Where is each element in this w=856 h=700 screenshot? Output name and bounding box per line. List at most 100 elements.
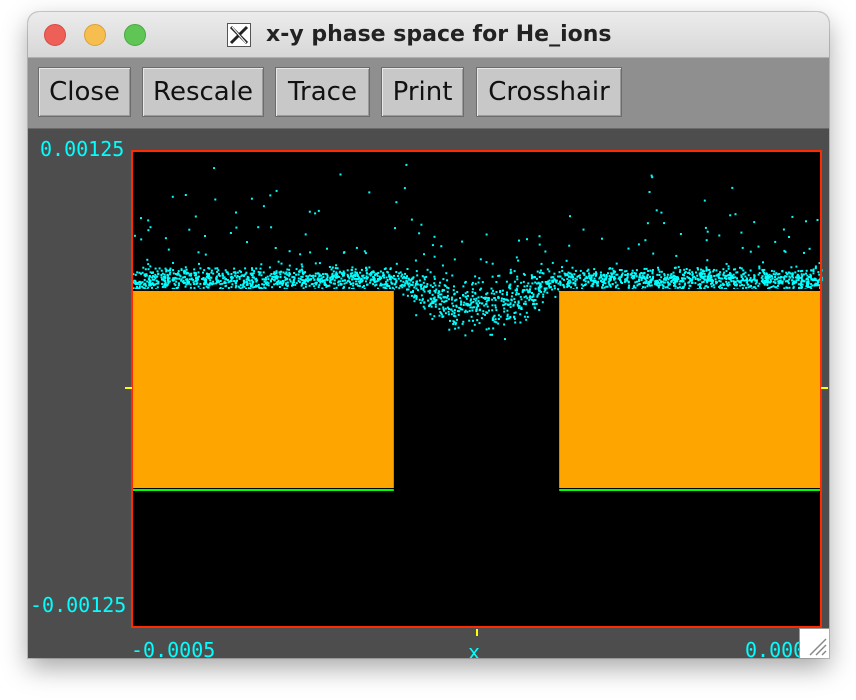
particle-point: [676, 276, 679, 279]
particle-point: [649, 275, 651, 278]
particle-point: [797, 277, 800, 280]
particle-point: [788, 286, 791, 289]
particle-point: [744, 275, 747, 278]
particle-point: [719, 271, 722, 274]
particle-point: [432, 297, 435, 300]
particle-point: [249, 272, 252, 275]
particle-point: [230, 286, 233, 289]
particle-point: [227, 281, 230, 284]
particle-point: [419, 301, 422, 304]
crosshair-button[interactable]: Crosshair: [476, 67, 622, 117]
particle-point: [202, 286, 205, 289]
trace-button[interactable]: Trace: [275, 67, 370, 117]
particle-point: [758, 267, 761, 270]
particle-point: [470, 315, 473, 318]
aperture-block-0: [132, 289, 394, 489]
particle-point: [365, 277, 368, 280]
particle-point: [251, 280, 254, 283]
particle-point: [217, 279, 220, 282]
particle-point: [797, 283, 800, 286]
plot-canvas[interactable]: [28, 129, 829, 658]
particle-point: [816, 282, 819, 285]
particle-point: [792, 276, 795, 279]
particle-point: [437, 296, 440, 299]
particle-point: [566, 278, 569, 281]
particle-point: [523, 296, 526, 299]
particle-point: [529, 285, 532, 288]
rescale-button[interactable]: Rescale: [142, 67, 264, 117]
particle-point: [573, 273, 576, 276]
particle-point: [468, 319, 471, 322]
particle-point: [566, 285, 569, 288]
particle-point: [244, 267, 247, 270]
particle-point: [662, 285, 665, 288]
particle-point: [679, 280, 682, 282]
particle-point: [357, 280, 360, 283]
particle-point: [806, 274, 809, 277]
particle-point: [160, 274, 163, 276]
particle-point: [174, 284, 177, 287]
particle-point: [561, 269, 564, 272]
particle-point: [596, 284, 599, 287]
plot-area[interactable]: 0.00125 -0.00125 -0.0005 x 0.0005: [28, 129, 829, 658]
particle-point: [331, 277, 334, 279]
particle-point: [292, 284, 294, 286]
particle-point: [473, 323, 476, 326]
particle-point: [281, 282, 284, 285]
particle-point: [330, 268, 333, 271]
minimize-window-icon[interactable]: [84, 24, 106, 46]
particle-point: [433, 282, 436, 285]
particle-point: [749, 277, 752, 280]
particle-point: [193, 268, 196, 271]
particle-point: [531, 282, 534, 285]
particle-point: [800, 273, 803, 276]
particle-point: [423, 285, 426, 288]
particle-point: [538, 276, 541, 278]
particle-point: [640, 279, 643, 281]
particle-point: [530, 274, 533, 277]
particle-point: [144, 284, 147, 287]
particle-point: [451, 310, 454, 313]
title-bar[interactable]: x-y phase space for He_ions: [28, 12, 829, 58]
particle-point: [414, 259, 417, 262]
particle-point: [551, 261, 554, 264]
particle-point: [224, 269, 227, 272]
print-button[interactable]: Print: [381, 67, 464, 117]
particle-point: [471, 329, 474, 332]
close-window-icon[interactable]: [44, 24, 66, 46]
particle-point: [390, 281, 393, 284]
particle-point: [425, 275, 428, 278]
particle-point: [770, 286, 773, 288]
particle-point: [758, 272, 761, 274]
particle-point: [588, 274, 591, 277]
resize-grip-icon[interactable]: [799, 628, 829, 658]
particle-point: [635, 275, 638, 278]
particle-point: [781, 282, 784, 285]
particle-point: [163, 276, 166, 279]
maximize-window-icon[interactable]: [124, 24, 146, 46]
particle-point: [785, 275, 788, 278]
particle-point: [514, 289, 517, 292]
particle-point: [616, 284, 619, 287]
particle-point: [309, 251, 312, 254]
particle-point: [771, 277, 774, 280]
particle-point: [649, 269, 652, 272]
particle-point: [343, 279, 346, 282]
particle-point: [439, 303, 442, 306]
particle-point: [166, 283, 169, 286]
particle-point: [485, 328, 488, 331]
close-button[interactable]: Close: [38, 67, 131, 117]
particle-point: [666, 286, 669, 289]
particle-point: [147, 286, 150, 289]
particle-point: [638, 283, 641, 285]
particle-point: [509, 306, 512, 309]
particle-point: [308, 284, 311, 287]
particle-point: [634, 286, 637, 289]
particle-point: [607, 281, 610, 284]
particle-point: [382, 271, 385, 274]
particle-point: [403, 276, 406, 279]
particle-point: [156, 286, 159, 289]
particle-point: [346, 269, 349, 272]
particle-point: [722, 268, 725, 271]
particle-point: [500, 297, 503, 300]
